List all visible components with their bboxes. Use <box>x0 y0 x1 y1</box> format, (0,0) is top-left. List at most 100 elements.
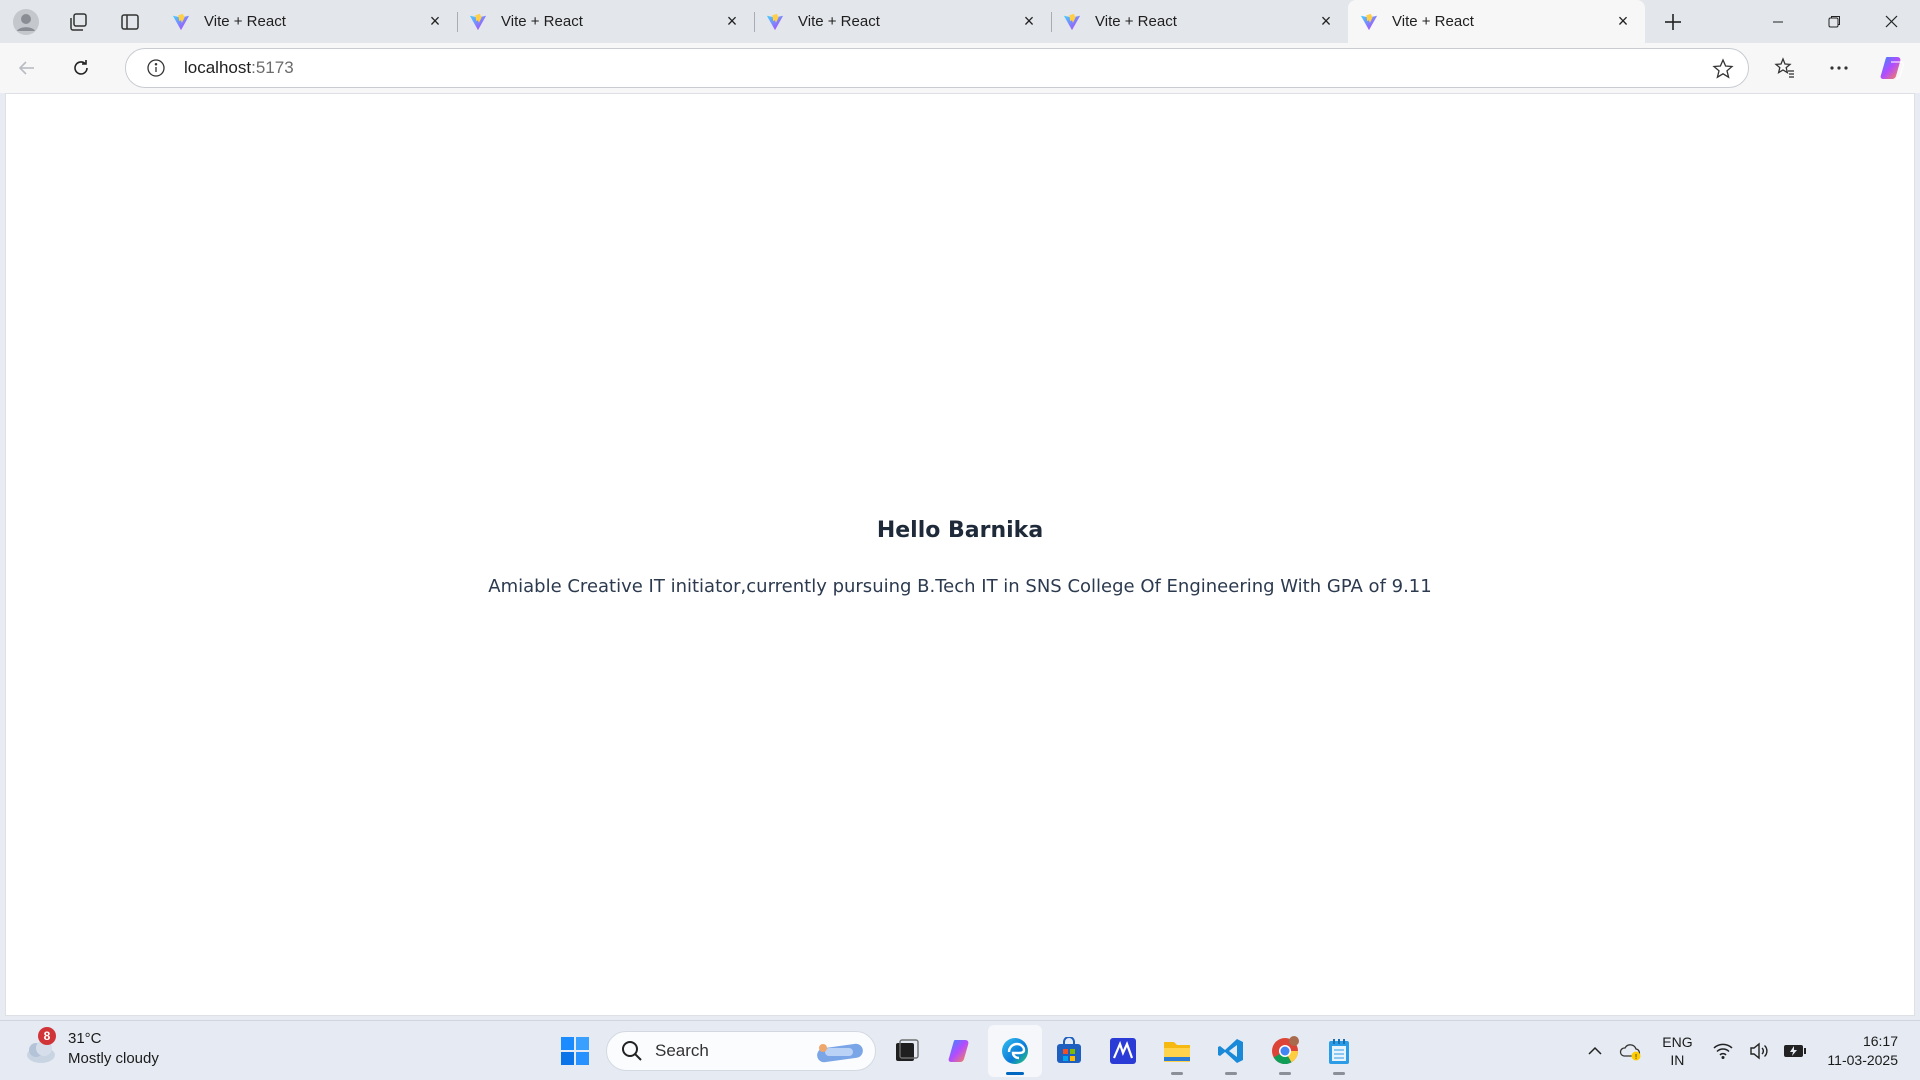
taskbar-app-editor[interactable] <box>1096 1025 1150 1077</box>
onedrive-button[interactable]: ! <box>1613 1021 1649 1080</box>
page-viewport: Hello Barnika Amiable Creative IT initia… <box>5 93 1915 1016</box>
taskbar-app-task-view[interactable] <box>880 1025 934 1077</box>
settings-more-button[interactable] <box>1812 43 1866 93</box>
vite-favicon-icon <box>1360 13 1378 30</box>
wifi-icon <box>1713 1043 1733 1059</box>
store-icon <box>1057 1037 1081 1063</box>
folder-icon <box>1164 1042 1190 1062</box>
site-info-icon[interactable] <box>146 58 166 78</box>
refresh-icon <box>74 60 88 75</box>
editor-app-icon <box>1110 1038 1136 1064</box>
weather-widget[interactable]: 8 31°C Mostly cloudy <box>22 1027 159 1069</box>
taskbar-app-vscode[interactable] <box>1204 1025 1258 1077</box>
weather-cloud-icon: 8 <box>22 1027 58 1067</box>
url-text: localhost:5173 <box>184 58 294 78</box>
taskbar-app-store[interactable] <box>1042 1025 1096 1077</box>
task-view-icon <box>896 1039 919 1061</box>
taskbar-app-copilot[interactable] <box>934 1025 988 1077</box>
back-button[interactable] <box>0 48 54 88</box>
taskbar-app-chrome[interactable] <box>1258 1025 1312 1077</box>
volume-button[interactable] <box>1741 1021 1777 1080</box>
url-host: localhost <box>184 58 252 77</box>
weather-badge: 8 <box>38 1027 56 1045</box>
wifi-button[interactable] <box>1705 1021 1741 1080</box>
restore-button[interactable] <box>1806 0 1863 43</box>
tab[interactable]: Vite + React × <box>754 0 1051 43</box>
tab-title: Vite + React <box>798 13 880 30</box>
copilot-icon <box>1880 57 1905 80</box>
tab-close-icon[interactable]: × <box>1021 11 1037 31</box>
plus-icon <box>1665 13 1681 30</box>
profile-icon <box>13 8 39 35</box>
clock-date: 11-03-2025 <box>1827 1052 1898 1068</box>
battery-charging-icon <box>1784 1045 1807 1057</box>
clock-time: 16:17 <box>1862 1033 1898 1049</box>
vite-favicon-icon <box>1063 13 1081 30</box>
tab-actions-button[interactable] <box>104 0 156 43</box>
tab[interactable]: Vite + React × <box>1051 0 1348 43</box>
address-bar[interactable]: localhost:5173 <box>125 48 1749 88</box>
taskbar-app-notepad[interactable] <box>1312 1025 1366 1077</box>
start-button[interactable] <box>548 1025 602 1077</box>
tab-close-icon[interactable]: × <box>1318 11 1334 31</box>
tab-strip: Vite + React × Vite + React × Vite + Rea… <box>0 0 1920 43</box>
close-window-button[interactable] <box>1863 0 1920 43</box>
workspaces-button[interactable] <box>52 0 104 43</box>
browser-toolbar: localhost:5173 <box>0 43 1920 93</box>
minimize-button[interactable] <box>1749 0 1806 43</box>
search-highlight-icon <box>817 1043 863 1063</box>
workspaces-icon <box>70 12 87 31</box>
windows-logo-icon <box>561 1037 589 1065</box>
vscode-icon <box>1218 1039 1243 1063</box>
vertical-tabs-icon <box>121 13 139 30</box>
copilot-icon <box>948 1040 969 1062</box>
search-label: Search <box>655 1041 709 1060</box>
clock[interactable]: 16:17 11-03-2025 <box>1813 1032 1920 1070</box>
running-indicator <box>1225 1072 1237 1075</box>
vite-favicon-icon <box>469 13 487 30</box>
running-indicator <box>1171 1072 1183 1075</box>
favorites-button[interactable] <box>1758 43 1812 93</box>
tab-title: Vite + React <box>501 13 583 30</box>
more-dots-icon <box>1830 66 1848 70</box>
restore-icon <box>1828 16 1840 28</box>
language-indicator[interactable]: ENG IN <box>1649 1033 1705 1069</box>
running-indicator <box>1279 1072 1291 1075</box>
tab-title: Vite + React <box>1392 13 1474 30</box>
favorite-star-icon[interactable] <box>1712 58 1734 80</box>
weather-temp: 31°C <box>68 1030 102 1047</box>
tab-close-icon[interactable]: × <box>1615 11 1631 31</box>
onedrive-warning-icon: ! <box>1620 1044 1641 1061</box>
region-code: IN <box>1670 1052 1685 1068</box>
page-description: Amiable Creative IT initiator,currently … <box>488 576 1432 597</box>
running-indicator <box>1006 1072 1024 1075</box>
tab[interactable]: Vite + React × <box>457 0 754 43</box>
copilot-button[interactable] <box>1866 43 1920 93</box>
chevron-up-icon <box>1588 1046 1602 1055</box>
tab-close-icon[interactable]: × <box>427 11 443 31</box>
close-icon <box>1885 15 1898 28</box>
new-tab-button[interactable] <box>1645 0 1701 43</box>
system-tray: ! ENG IN 16:17 11-03-2025 <box>1577 1021 1920 1080</box>
refresh-button[interactable] <box>54 48 108 88</box>
favorites-icon <box>1774 57 1794 78</box>
edge-icon <box>1002 1038 1028 1064</box>
running-indicator <box>1333 1072 1345 1075</box>
vite-favicon-icon <box>172 13 190 30</box>
minimize-icon <box>1772 21 1783 22</box>
taskbar-app-file-explorer[interactable] <box>1150 1025 1204 1077</box>
taskbar-search[interactable]: Search <box>606 1031 876 1071</box>
vite-favicon-icon <box>766 13 784 30</box>
taskbar-app-edge[interactable] <box>988 1025 1042 1077</box>
profile-button[interactable] <box>0 0 52 43</box>
battery-button[interactable] <box>1777 1021 1813 1080</box>
show-hidden-icons-button[interactable] <box>1577 1021 1613 1080</box>
page-heading: Hello Barnika <box>876 518 1044 543</box>
tab[interactable]: Vite + React × <box>160 0 457 43</box>
tab-active[interactable]: Vite + React × <box>1348 0 1645 43</box>
language-code: ENG <box>1662 1034 1693 1050</box>
weather-condition: Mostly cloudy <box>68 1050 159 1067</box>
tab-close-icon[interactable]: × <box>724 11 740 31</box>
notepad-icon <box>1329 1039 1349 1064</box>
chrome-icon <box>1272 1036 1299 1065</box>
